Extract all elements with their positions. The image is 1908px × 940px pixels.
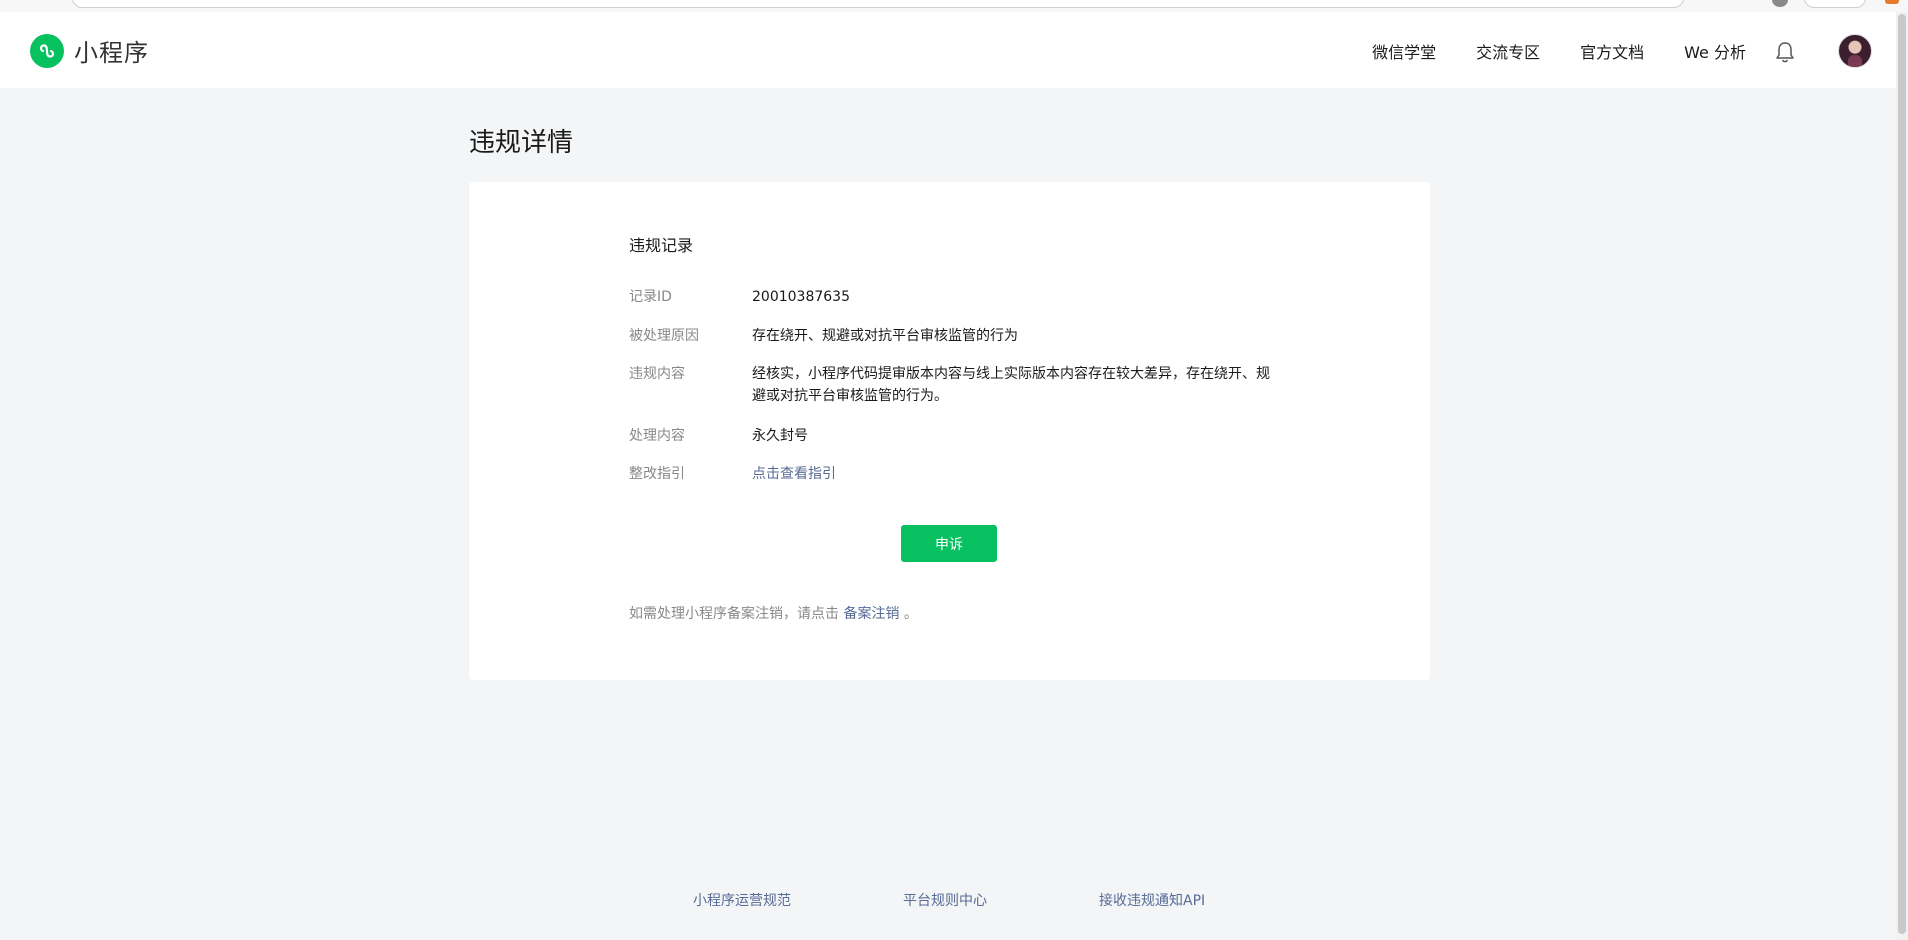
browser-menu-icon[interactable] xyxy=(1885,0,1899,4)
page-scrollbar[interactable] xyxy=(1896,12,1908,940)
footer-link-operation-rules[interactable]: 小程序运营规范 xyxy=(693,890,791,910)
address-bar[interactable] xyxy=(72,0,1684,8)
violation-content-value: 经核实，小程序代码提审版本内容与线上实际版本内容存在较大差异，存在绕开、规避或对… xyxy=(752,366,1270,404)
nav-wechat-academy[interactable]: 微信学堂 xyxy=(1372,39,1436,63)
app-name: 小程序 xyxy=(74,39,149,67)
nav-community[interactable]: 交流专区 xyxy=(1476,39,1540,63)
penalty-row: 处理内容 永久封号 xyxy=(629,425,1272,447)
top-navigation-bar: 小程序 微信学堂 交流专区 官方文档 We 分析 xyxy=(0,12,1908,88)
penalty-label: 处理内容 xyxy=(629,428,685,444)
reason-label: 被处理原因 xyxy=(629,328,699,344)
header-nav: 微信学堂 交流专区 官方文档 We 分析 xyxy=(1332,39,1746,63)
appeal-button[interactable]: 申诉 xyxy=(901,525,997,562)
section-title: 违规记录 xyxy=(629,236,694,255)
browser-profile-button[interactable] xyxy=(1804,0,1866,8)
bell-icon[interactable] xyxy=(1774,40,1796,64)
rectification-guide-row: 整改指引 点击查看指引 xyxy=(629,463,1272,485)
nav-we-analytics[interactable]: We 分析 xyxy=(1684,39,1746,63)
mini-program-logo[interactable]: 小程序 xyxy=(30,33,149,68)
footer-link-violation-api[interactable]: 接收违规通知API xyxy=(1099,890,1205,910)
deregistration-link[interactable]: 备案注销 xyxy=(843,606,899,622)
browser-toolbar-strip xyxy=(0,0,1908,12)
record-id-row: 记录ID 20010387635 xyxy=(629,286,1272,308)
record-id-label: 记录ID xyxy=(629,289,672,305)
view-guide-link[interactable]: 点击查看指引 xyxy=(752,463,1272,485)
reason-row: 被处理原因 存在绕开、规避或对抗平台审核监管的行为 xyxy=(629,325,1272,347)
violation-content-row: 违规内容 经核实，小程序代码提审版本内容与线上实际版本内容存在较大差异，存在绕开… xyxy=(629,363,1272,407)
nav-official-docs[interactable]: 官方文档 xyxy=(1580,39,1644,63)
footer-link-rules-center[interactable]: 平台规则中心 xyxy=(903,890,987,910)
extension-icon[interactable] xyxy=(1772,0,1788,7)
rectification-guide-label: 整改指引 xyxy=(629,466,685,482)
mini-program-logo-icon xyxy=(30,33,64,68)
note-suffix: 。 xyxy=(903,606,918,622)
user-avatar[interactable] xyxy=(1838,34,1872,68)
penalty-value: 永久封号 xyxy=(752,428,808,444)
page-title: 违规详情 xyxy=(469,128,574,158)
record-id-value: 20010387635 xyxy=(752,289,850,305)
violation-record-card: 违规记录 记录ID 20010387635 被处理原因 存在绕开、规避或对抗平台… xyxy=(469,182,1430,680)
scrollbar-thumb[interactable] xyxy=(1898,14,1906,934)
deregistration-note: 如需处理小程序备案注销，请点击 备案注销 。 xyxy=(629,603,918,623)
reason-value: 存在绕开、规避或对抗平台审核监管的行为 xyxy=(752,328,1018,344)
violation-content-label: 违规内容 xyxy=(629,366,685,382)
note-prefix: 如需处理小程序备案注销，请点击 xyxy=(629,606,839,622)
